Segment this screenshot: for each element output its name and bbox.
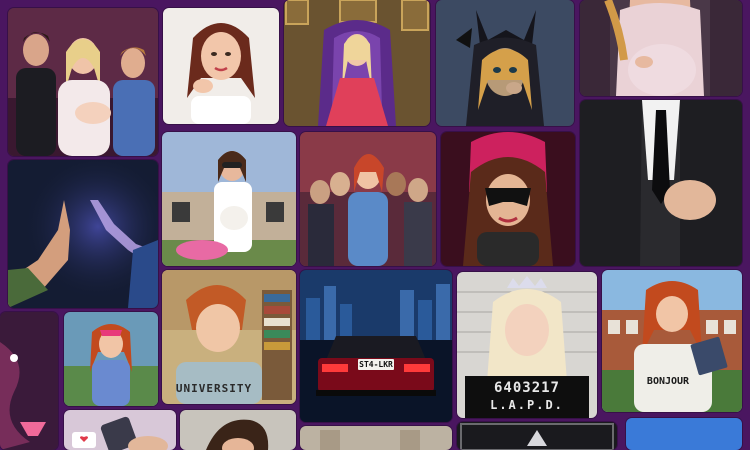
hourglass-illustration (0, 312, 58, 450)
story-tile-pregnancy[interactable] (580, 0, 742, 96)
pregnancy-illustration (580, 0, 742, 96)
shirt-text: UNIVERSITY (175, 382, 253, 395)
marble-room-illustration (300, 426, 452, 450)
story-tile-mugshot[interactable]: 6403217 L.A.P.D. (457, 272, 597, 418)
mugshot-number: 6403217 (493, 380, 560, 396)
story-tile-blue-sky[interactable] (626, 418, 742, 450)
story-tile-dark-hair-boy[interactable] (180, 410, 296, 450)
story-tile-reaching-hands[interactable] (8, 160, 158, 308)
story-tile-throne[interactable] (284, 0, 430, 126)
story-tile-hourglass[interactable] (0, 312, 58, 450)
shirt-text: BONJOUR (646, 376, 690, 387)
license-plate: ST4-LKR (358, 359, 394, 370)
mugshot-agency: L.A.P.D. (490, 398, 564, 412)
blue-sky-illustration (626, 418, 742, 450)
bride-illustration (163, 8, 279, 124)
story-tile-black-logo[interactable] (457, 422, 617, 450)
story-tile-university[interactable]: UNIVERSITY (162, 270, 296, 404)
suit-man-illustration (580, 100, 742, 266)
fashion-dog-illustration (162, 132, 296, 266)
masked-girl-illustration (441, 132, 575, 266)
dark-queen-illustration (436, 0, 574, 126)
throne-illustration (284, 0, 430, 126)
story-tile-fashion-dog[interactable] (162, 132, 296, 266)
story-tile-marble-room[interactable] (300, 426, 452, 450)
squad-illustration (300, 132, 436, 266)
story-tile-bride[interactable] (163, 8, 279, 124)
story-tile-redhead-jacket[interactable] (64, 312, 158, 406)
black-logo-illustration (457, 422, 617, 450)
mugshot-illustration (457, 272, 597, 418)
night-car-illustration (300, 270, 452, 422)
text-message-illustration (64, 410, 176, 450)
story-tile-text-message[interactable] (64, 410, 176, 450)
story-tile-bonjour[interactable]: BONJOUR (602, 270, 742, 412)
story-tile-dark-queen[interactable] (436, 0, 574, 126)
dark-hair-boy-illustration (180, 410, 296, 450)
family-illustration (8, 8, 158, 156)
bonjour-illustration (602, 270, 742, 412)
redhead-jacket-illustration (64, 312, 158, 406)
hands-illustration (8, 160, 158, 308)
story-tile-squad[interactable] (300, 132, 436, 266)
story-tile-masked-girl[interactable] (441, 132, 575, 266)
story-tile-family[interactable] (8, 8, 158, 156)
story-tile-suit-man[interactable] (580, 100, 742, 266)
story-tile-night-car[interactable]: ST4-LKR (300, 270, 452, 422)
